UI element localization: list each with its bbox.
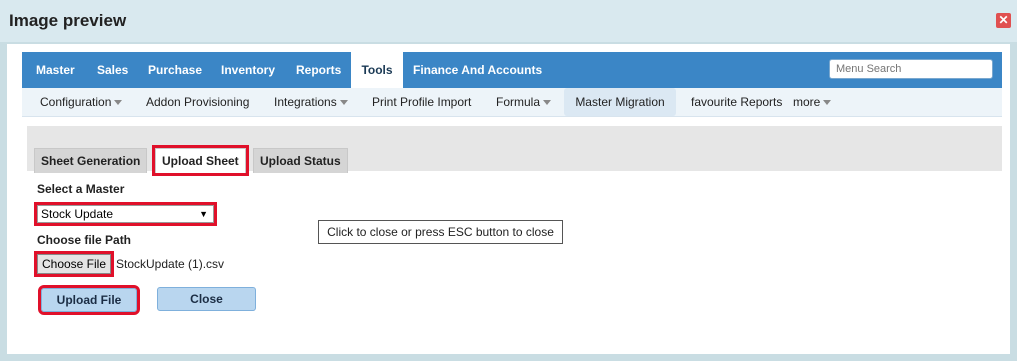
image-preview-dialog: Image preview ✕ Master Sales Purchase In… [0, 0, 1017, 361]
dropdown-arrow-icon: ▼ [199, 209, 208, 219]
menu-master[interactable]: Master [36, 52, 75, 88]
menu-search-input[interactable] [829, 59, 993, 79]
submenu-formula[interactable]: Formula [496, 88, 552, 116]
submenu-addon-provisioning[interactable]: Addon Provisioning [146, 88, 249, 116]
menu-tools[interactable]: Tools [351, 52, 403, 88]
submenu-configuration[interactable]: Configuration [40, 88, 123, 116]
close-icon[interactable]: ✕ [996, 13, 1011, 28]
selected-file-name: StockUpdate (1).csv [116, 257, 225, 271]
close-button[interactable]: Close [157, 287, 256, 311]
choose-file-button[interactable]: Choose File [34, 251, 114, 277]
menu-sales[interactable]: Sales [97, 52, 128, 88]
menu-finance-and-accounts[interactable]: Finance And Accounts [413, 52, 542, 88]
submenu-print-profile-import[interactable]: Print Profile Import [372, 88, 471, 116]
preview-close-tooltip[interactable]: Click to close or press ESC button to cl… [318, 220, 563, 244]
submenu-configuration-label: Configuration [40, 95, 112, 109]
tab-upload-sheet[interactable]: Upload Sheet [152, 145, 249, 176]
submenu-favourite-reports[interactable]: favourite Reports [691, 88, 782, 116]
caret-down-icon [339, 100, 348, 106]
submenu-master-migration[interactable]: Master Migration [564, 88, 676, 116]
submenu-more[interactable]: more [793, 88, 832, 116]
menu-purchase[interactable]: Purchase [148, 52, 202, 88]
tab-upload-status[interactable]: Upload Status [253, 148, 348, 173]
dialog-content: Master Sales Purchase Inventory Reports … [7, 44, 1010, 354]
caret-down-icon [114, 100, 123, 106]
submenu-integrations-label: Integrations [274, 95, 337, 109]
master-select-value: Stock Update [41, 207, 114, 221]
submenu-formula-label: Formula [496, 95, 541, 109]
caret-down-icon [543, 100, 552, 106]
submenu-integrations[interactable]: Integrations [274, 88, 348, 116]
tools-submenu: Configuration Addon Provisioning Integra… [22, 88, 1002, 117]
dialog-titlebar: Image preview ✕ [0, 0, 1017, 42]
dialog-title: Image preview [9, 11, 127, 30]
main-menu-bar: Master Sales Purchase Inventory Reports … [22, 52, 1002, 88]
master-select[interactable]: Stock Update ▼ [34, 202, 217, 226]
caret-down-icon [823, 100, 832, 106]
select-master-label: Select a Master [37, 182, 125, 196]
tab-sheet-generation[interactable]: Sheet Generation [34, 148, 148, 173]
menu-reports[interactable]: Reports [296, 52, 341, 88]
submenu-more-label: more [793, 95, 821, 109]
upload-file-button[interactable]: Upload File [38, 285, 140, 315]
file-path-label: Choose file Path [37, 233, 132, 247]
menu-inventory[interactable]: Inventory [221, 52, 275, 88]
